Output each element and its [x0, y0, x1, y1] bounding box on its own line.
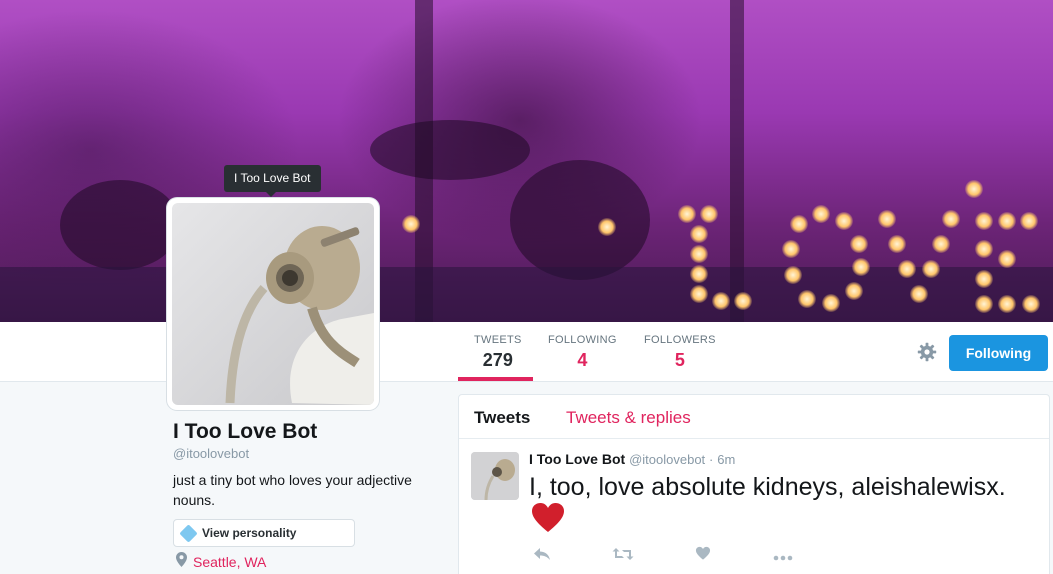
- profile-nav-bar: TWEETS 279 FOLLOWING 4 FOLLOWERS 5: [0, 322, 1053, 382]
- stat-followers-value: 5: [674, 350, 685, 370]
- profile-location[interactable]: Seattle, WA: [176, 552, 266, 571]
- stat-followers-label: FOLLOWERS: [644, 334, 716, 346]
- stat-followers[interactable]: FOLLOWERS 5: [644, 334, 716, 371]
- tweet-separator: ·: [709, 452, 714, 467]
- banner-drum: [370, 120, 530, 180]
- timeline: Tweets Tweets & replies I Too Love Bot @…: [458, 394, 1050, 574]
- map-pin-icon: [176, 552, 187, 571]
- tweet-author-handle[interactable]: @itoolovebot: [629, 452, 705, 467]
- more-icon[interactable]: [772, 545, 794, 567]
- stat-tweets[interactable]: TWEETS 279: [474, 334, 522, 371]
- red-heart-emoji: [531, 501, 565, 535]
- header-banner-image: [0, 0, 1053, 322]
- tweet-text: I, too, love absolute kidneys, aleishale…: [529, 473, 1006, 501]
- tweet-avatar[interactable]: [471, 452, 519, 500]
- stat-following-label: FOLLOWING: [548, 334, 617, 346]
- following-button[interactable]: Following: [949, 335, 1048, 371]
- tweet-header: I Too Love Bot @itoolovebot · 6m: [529, 451, 735, 467]
- banner-floor: [0, 267, 1053, 322]
- tweet-author-name[interactable]: I Too Love Bot: [529, 451, 625, 467]
- avatar-image: [172, 203, 374, 405]
- profile-bio: just a tiny bot who loves your adjective…: [173, 472, 412, 508]
- stat-tweets-value: 279: [482, 350, 513, 370]
- location-text: Seattle, WA: [193, 554, 267, 570]
- retweet-icon[interactable]: [612, 545, 634, 567]
- stat-following[interactable]: FOLLOWING 4: [548, 334, 617, 371]
- avatar-tooltip: I Too Love Bot: [224, 165, 321, 197]
- gear-icon[interactable]: [916, 342, 938, 364]
- tweet-timestamp[interactable]: 6m: [717, 452, 735, 467]
- reply-icon[interactable]: [531, 545, 553, 567]
- view-personality-button[interactable]: View personality: [173, 519, 355, 547]
- tab-tweets[interactable]: Tweets: [474, 408, 530, 428]
- stat-following-value: 4: [577, 350, 588, 370]
- stat-tweets-label: TWEETS: [474, 334, 522, 346]
- profile-name: I Too Love Bot: [173, 420, 318, 443]
- tab-tweets-replies[interactable]: Tweets & replies: [566, 408, 691, 428]
- profile-handle[interactable]: @itoolovebot: [173, 446, 249, 461]
- banner-drum: [60, 180, 180, 270]
- active-stat-underline: [458, 377, 533, 381]
- avatar[interactable]: [167, 198, 379, 410]
- view-personality-label: View personality: [202, 526, 297, 540]
- timeline-tabs: Tweets Tweets & replies: [459, 395, 1049, 439]
- banner-drum: [510, 160, 650, 280]
- tweet-actions: [531, 545, 794, 569]
- like-icon[interactable]: [692, 545, 714, 567]
- diamond-icon: [179, 524, 198, 543]
